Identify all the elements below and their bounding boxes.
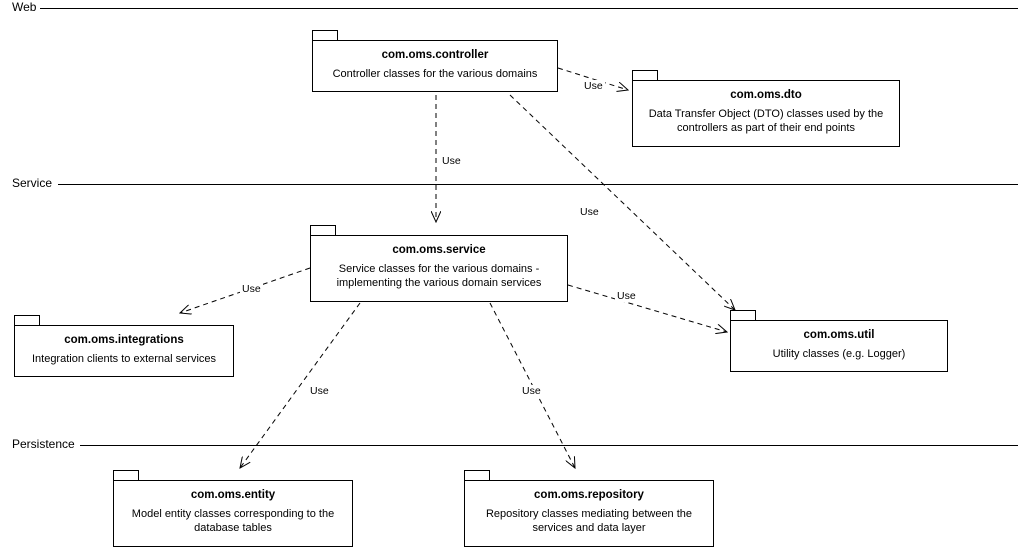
package-tab-icon [632,70,658,80]
package-tab-icon [310,225,336,235]
layer-label-service: Service [12,176,52,190]
package-repository: com.oms.repository Repository classes me… [464,480,714,547]
layer-line-persistence [80,445,1018,446]
package-title: com.oms.dto [643,89,889,101]
package-desc: Repository classes mediating between the… [475,507,703,536]
layer-label-web: Web [12,0,36,14]
package-tab-icon [464,470,490,480]
package-desc: Integration clients to external services [25,352,223,366]
edge-label-controller-util: Use [578,206,601,218]
package-entity: com.oms.entity Model entity classes corr… [113,480,353,547]
package-desc: Utility classes (e.g. Logger) [741,347,937,361]
package-tab-icon [312,30,338,40]
package-desc: Data Transfer Object (DTO) classes used … [643,107,889,136]
edge-label-controller-dto: Use [582,80,605,92]
package-title: com.oms.service [321,244,557,256]
edge-label-service-entity: Use [308,385,331,397]
package-service: com.oms.service Service classes for the … [310,235,568,302]
package-util: com.oms.util Utility classes (e.g. Logge… [730,320,948,372]
package-title: com.oms.integrations [25,334,223,346]
edge-label-service-integrations: Use [240,283,263,295]
layer-label-persistence: Persistence [12,437,75,451]
package-title: com.oms.controller [323,49,547,61]
package-desc: Controller classes for the various domai… [323,67,547,81]
package-title: com.oms.repository [475,489,703,501]
layer-line-service [58,184,1018,185]
edge-label-controller-service: Use [440,155,463,167]
edge-label-service-repository: Use [520,385,543,397]
package-desc: Model entity classes corresponding to th… [124,507,342,536]
package-tab-icon [730,310,756,320]
package-integrations: com.oms.integrations Integration clients… [14,325,234,377]
package-controller: com.oms.controller Controller classes fo… [312,40,558,92]
package-desc: Service classes for the various domains … [321,262,557,291]
package-dto: com.oms.dto Data Transfer Object (DTO) c… [632,80,900,147]
layer-line-web [40,8,1018,9]
package-tab-icon [113,470,139,480]
package-title: com.oms.entity [124,489,342,501]
edge-label-service-util: Use [615,290,638,302]
package-tab-icon [14,315,40,325]
package-title: com.oms.util [741,329,937,341]
